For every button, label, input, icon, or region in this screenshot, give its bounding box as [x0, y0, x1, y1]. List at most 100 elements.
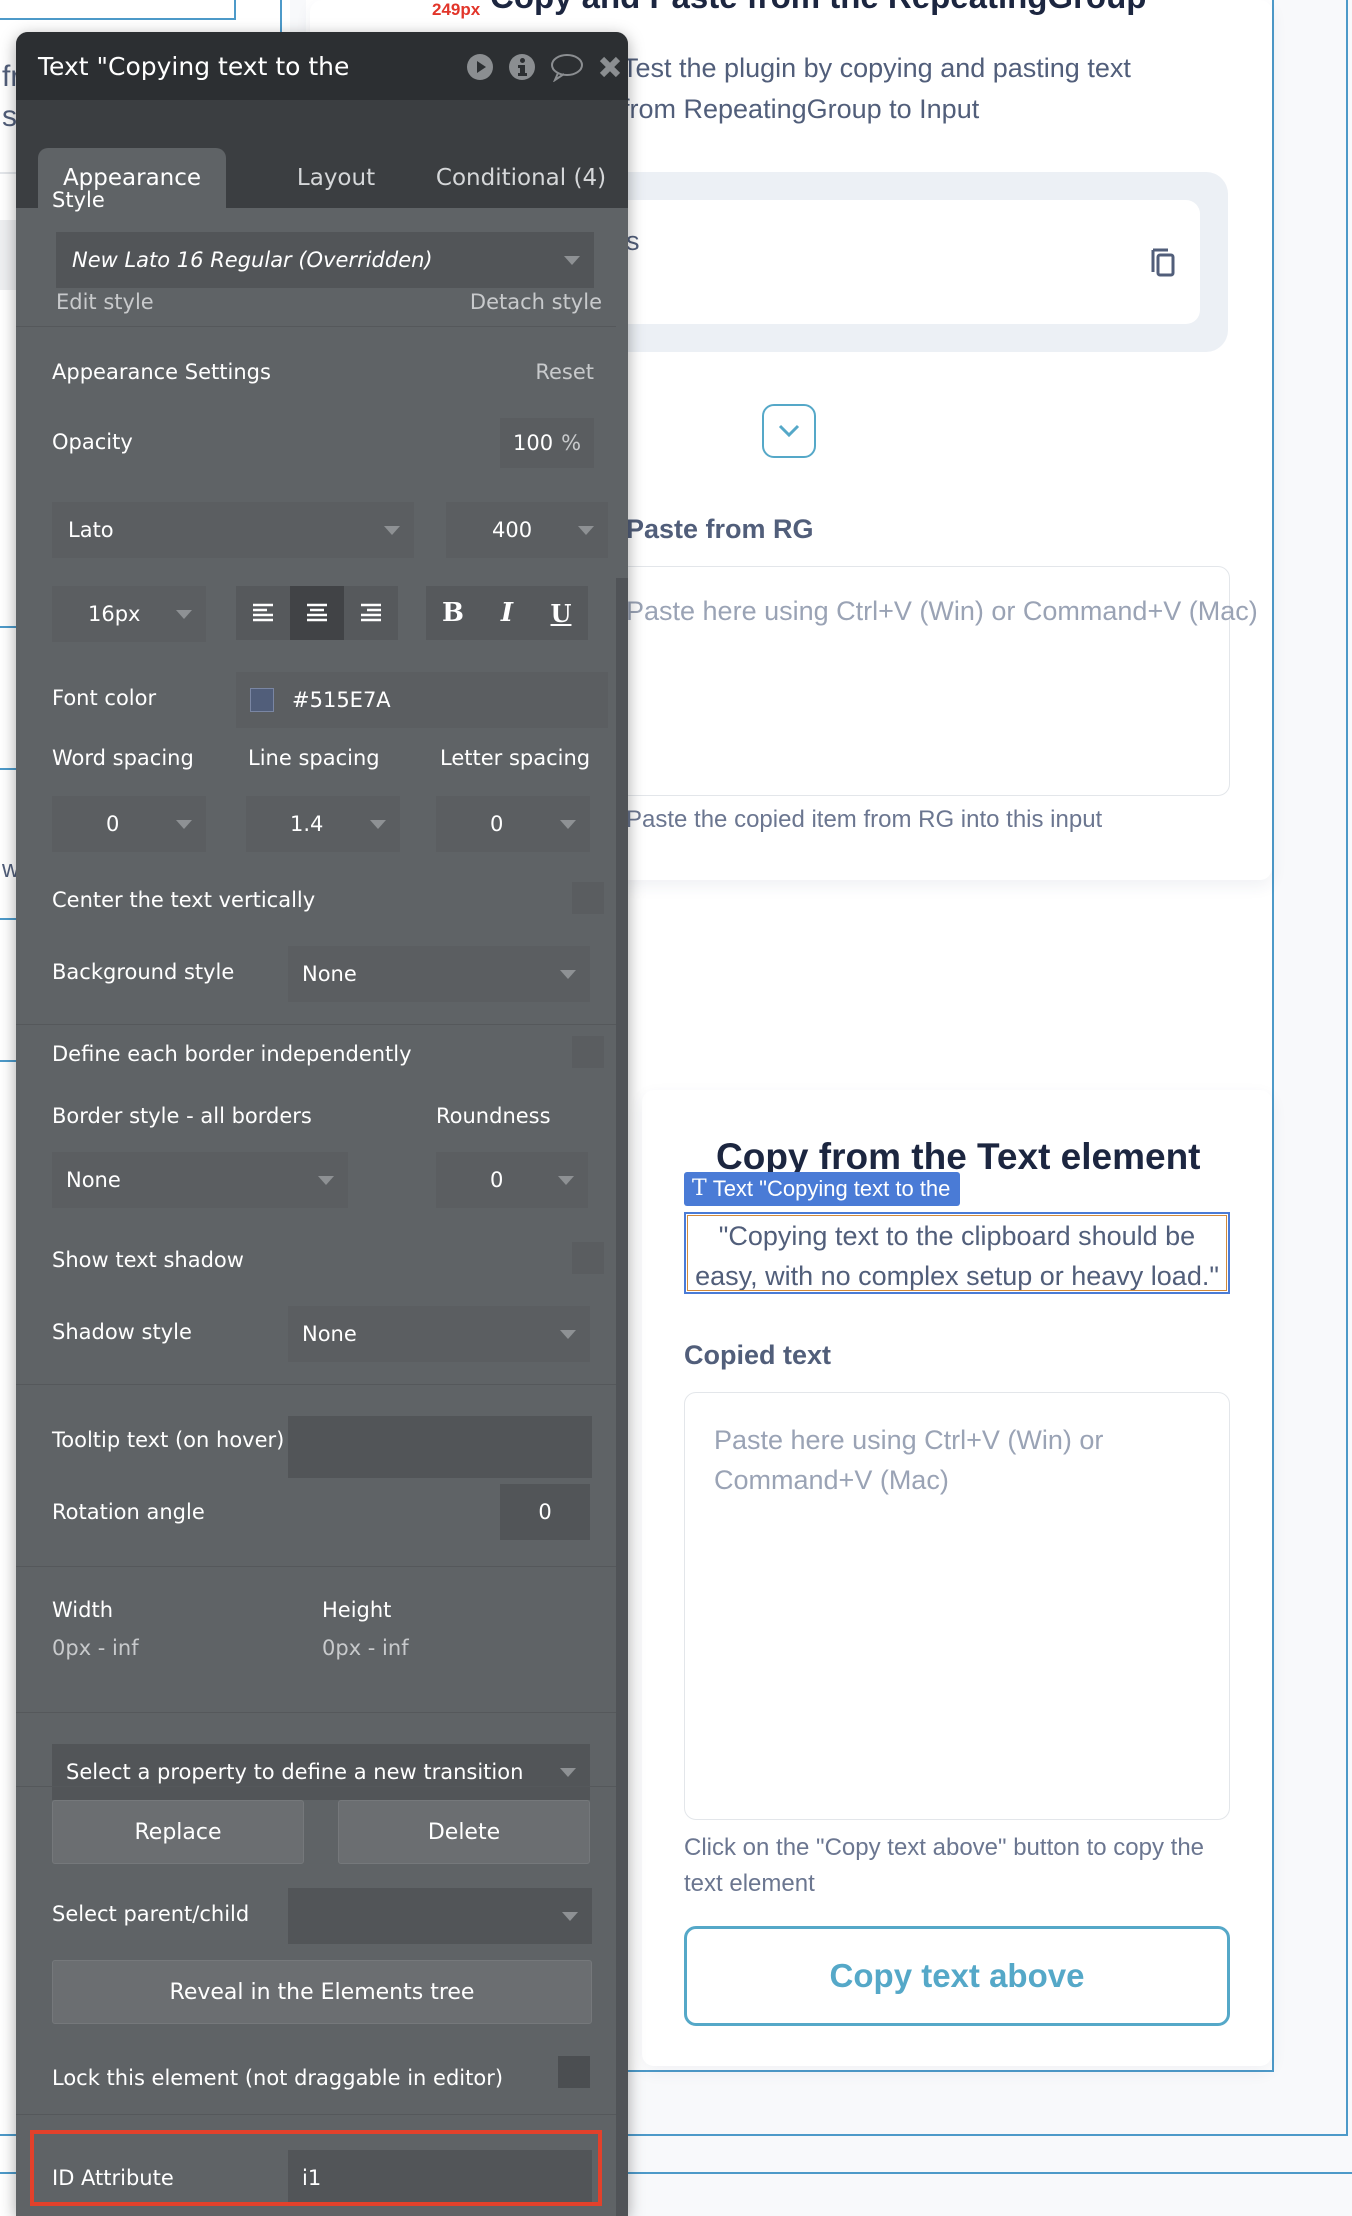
tab-conditional[interactable]: Conditional (4) — [426, 148, 616, 208]
canvas-guide-line — [0, 626, 16, 628]
define-border-label: Define each border independently — [52, 1042, 412, 1066]
canvas-guide-line — [0, 1060, 16, 1062]
divider — [16, 2114, 616, 2115]
chevron-down-icon — [318, 1176, 334, 1185]
info-icon[interactable] — [508, 53, 536, 81]
canvas-guide-line — [234, 0, 236, 20]
center-vertically-checkbox[interactable] — [572, 882, 604, 914]
opacity-value: 100 — [512, 431, 554, 455]
format-group: B I U — [426, 586, 588, 640]
canvas-thumbnail — [0, 220, 16, 290]
chevron-down-icon — [176, 610, 192, 619]
detach-style-link[interactable]: Detach style — [470, 290, 602, 314]
style-label: Style — [52, 188, 105, 212]
shadow-style-dropdown[interactable]: None — [288, 1306, 590, 1362]
subtitle: Test the plugin by copying and pasting t… — [622, 48, 1131, 130]
show-shadow-label: Show text shadow — [52, 1248, 244, 1272]
word-spacing-value: 0 — [106, 812, 120, 836]
underline-button[interactable]: U — [534, 586, 588, 640]
border-style-dropdown[interactable]: None — [52, 1152, 348, 1208]
reveal-elements-tree-button[interactable]: Reveal in the Elements tree — [52, 1960, 592, 2024]
rg-section-label: Paste from RG — [626, 514, 814, 544]
selection-tag: T Text "Copying text to the — [684, 1172, 961, 1206]
rg-paste-placeholder: Paste here using Ctrl+V (Win) or Command… — [626, 596, 1258, 626]
delete-button[interactable]: Delete — [338, 1800, 590, 1864]
rotation-label: Rotation angle — [52, 1500, 205, 1524]
width-label: Width — [52, 1598, 114, 1622]
align-left-button[interactable] — [236, 586, 290, 640]
selected-text-element[interactable]: "Copying text to the clipboard should be… — [684, 1212, 1230, 1294]
copy-help-text: Click on the "Copy text above" button to… — [684, 1834, 1205, 1897]
comment-icon[interactable] — [550, 52, 584, 82]
lock-element-checkbox[interactable] — [558, 2056, 590, 2088]
opacity-label: Opacity — [52, 430, 133, 454]
background-style-dropdown[interactable]: None — [288, 946, 590, 1002]
height-label: Height — [322, 1598, 392, 1622]
alignment-group — [236, 586, 398, 640]
line-spacing-value: 1.4 — [290, 812, 324, 836]
word-spacing-dropdown[interactable]: 0 — [52, 796, 206, 852]
tooltip-input[interactable] — [288, 1416, 592, 1478]
background-style-value: None — [302, 962, 357, 986]
bold-button[interactable]: B — [426, 586, 480, 640]
divider — [16, 1712, 616, 1713]
roundness-label: Roundness — [436, 1104, 551, 1128]
panel-tabs: Appearance Layout Conditional (4) — [16, 100, 628, 208]
rg-help-text: Paste the copied item from RG into this … — [626, 806, 1103, 833]
opacity-input[interactable]: 100% — [500, 418, 594, 468]
height-value: 0px - inf — [322, 1636, 409, 1660]
bold-icon: B — [442, 598, 464, 628]
divider — [16, 326, 616, 327]
rotation-input[interactable]: 0 — [500, 1484, 590, 1540]
page-title: Copy and Paste from the RepeatingGroup — [490, 0, 1146, 16]
font-size-dropdown[interactable]: 16px — [52, 586, 206, 642]
line-spacing-dropdown[interactable]: 1.4 — [246, 796, 400, 852]
panel-header[interactable]: Text "Copying text to the — [16, 32, 628, 100]
tab-layout[interactable]: Layout — [256, 148, 416, 208]
size-indicator: 249px — [432, 0, 481, 19]
font-weight-dropdown[interactable]: 400 — [446, 502, 608, 558]
parent-child-dropdown[interactable] — [288, 1888, 592, 1944]
style-value: New Lato 16 Regular (Overridden) — [72, 248, 433, 272]
canvas-guide-line — [0, 918, 16, 920]
expand-button[interactable] — [762, 404, 816, 458]
letter-spacing-dropdown[interactable]: 0 — [436, 796, 590, 852]
canvas-guide-line — [0, 768, 16, 770]
edit-style-link[interactable]: Edit style — [56, 290, 154, 314]
lock-element-label: Lock this element (not draggable in edit… — [52, 2066, 504, 2090]
copy-icon[interactable] — [1150, 246, 1176, 278]
align-right-button[interactable] — [344, 586, 398, 640]
copied-text-placeholder: Paste here using Ctrl+V (Win) or Command… — [714, 1425, 1104, 1495]
chevron-down-icon — [560, 820, 576, 829]
italic-button[interactable]: I — [480, 586, 534, 640]
align-center-icon — [307, 603, 327, 622]
copied-text-label: Copied text — [684, 1340, 832, 1370]
canvas-guide-line — [1272, 0, 1274, 2072]
font-color-picker[interactable]: #515E7A — [236, 672, 608, 728]
play-icon[interactable] — [466, 53, 494, 81]
transition-dropdown[interactable]: Select a property to define a new transi… — [52, 1744, 590, 1800]
replace-button[interactable]: Replace — [52, 1800, 304, 1864]
close-icon[interactable] — [598, 55, 622, 79]
align-left-icon — [253, 603, 273, 622]
font-family-value: Lato — [68, 518, 114, 542]
style-dropdown[interactable]: New Lato 16 Regular (Overridden) — [56, 232, 594, 288]
property-editor-panel: Text "Copying text to the Appearance Lay… — [16, 32, 628, 2216]
define-border-checkbox[interactable] — [572, 1036, 604, 1068]
font-size-value: 16px — [88, 602, 141, 626]
shadow-style-label: Shadow style — [52, 1320, 192, 1344]
background-style-label: Background style — [52, 960, 235, 984]
underline-icon: U — [550, 598, 572, 628]
chevron-down-icon — [564, 256, 580, 265]
show-shadow-checkbox[interactable] — [572, 1242, 604, 1274]
roundness-dropdown[interactable]: 0 — [436, 1152, 588, 1208]
copy-text-above-button[interactable]: Copy text above — [684, 1926, 1230, 2026]
align-center-button[interactable] — [290, 586, 344, 640]
font-family-dropdown[interactable]: Lato — [52, 502, 414, 558]
align-right-icon — [361, 603, 381, 622]
chevron-down-icon — [370, 820, 386, 829]
panel-scrollbar[interactable] — [616, 578, 628, 2216]
rg-item-text: s — [626, 226, 640, 256]
rg-item-cell[interactable] — [590, 200, 1200, 324]
reset-link[interactable]: Reset — [535, 360, 594, 384]
